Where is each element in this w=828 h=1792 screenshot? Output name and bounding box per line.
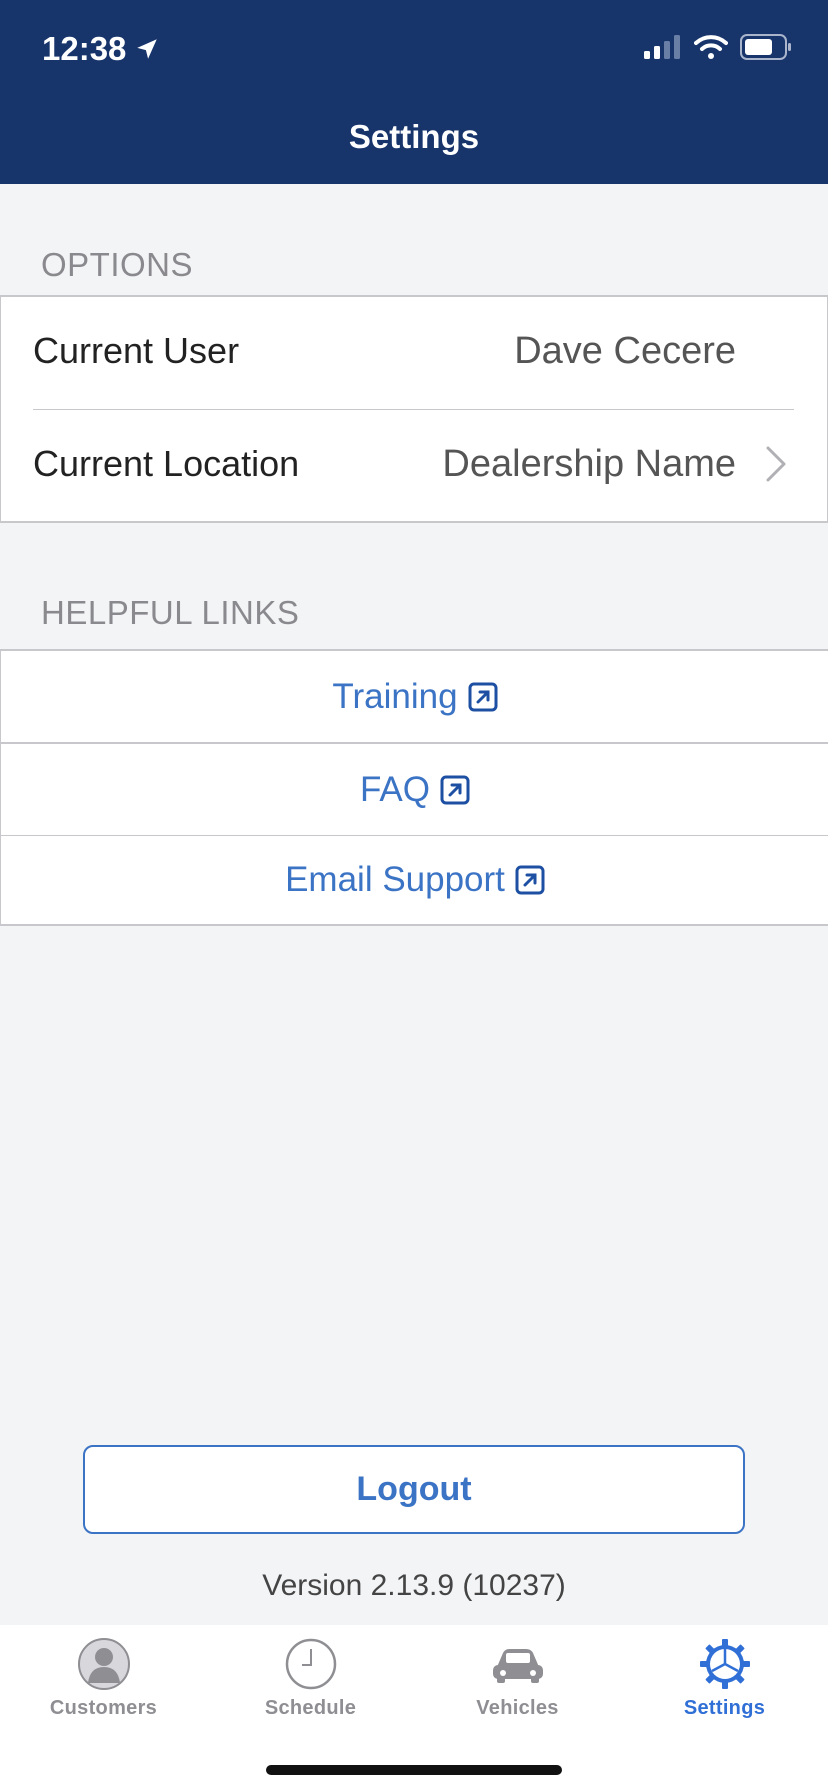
status-bar-time: 12:38 <box>42 30 160 68</box>
email-support-link[interactable]: Email Support <box>1 836 828 924</box>
wifi-icon <box>694 35 728 59</box>
tab-customers[interactable]: Customers <box>0 1637 207 1720</box>
status-icons <box>644 34 792 60</box>
tab-vehicles-label: Vehicles <box>476 1697 559 1719</box>
helpful-links-section-header: HELPFUL LINKS <box>41 594 300 631</box>
tab-settings-label: Settings <box>683 1697 766 1719</box>
current-location-label: Current Location <box>33 443 300 484</box>
time-label: 12:38 <box>42 30 127 67</box>
car-icon <box>492 1649 543 1683</box>
options-group: Current User Dave Cecere Current Locatio… <box>0 295 828 523</box>
clock-icon <box>285 1638 336 1690</box>
tab-settings[interactable]: Settings <box>621 1637 828 1720</box>
tab-customers-label: Customers <box>49 1697 158 1719</box>
logout-button[interactable]: Logout <box>83 1445 745 1534</box>
home-indicator[interactable] <box>266 1765 562 1775</box>
tab-schedule[interactable]: Schedule <box>207 1637 414 1720</box>
external-link-icon <box>440 775 470 805</box>
app-header: 12:38 Settings <box>0 0 828 184</box>
person-icon <box>77 1638 130 1690</box>
version-label: Version 2.13.9 (10237) <box>262 1569 566 1602</box>
faq-link[interactable]: FAQ <box>1 744 828 836</box>
training-link[interactable]: Training <box>1 651 828 743</box>
email-support-link-label: Email Support <box>285 860 505 899</box>
external-link-icon <box>468 682 498 712</box>
training-link-label: Training <box>332 677 458 716</box>
battery-icon <box>740 34 791 60</box>
current-user-value: Dave Cecere <box>514 329 736 372</box>
faq-link-label: FAQ <box>359 770 431 809</box>
external-link-icon <box>515 865 545 895</box>
page-title: Settings <box>348 118 480 155</box>
gear-icon <box>699 1639 750 1689</box>
tab-vehicles[interactable]: Vehicles <box>414 1637 621 1720</box>
options-section-header: OPTIONS <box>41 246 194 283</box>
helpful-links-group: Training FAQ Email Support <box>0 649 828 926</box>
current-user-label: Current User <box>33 330 240 371</box>
current-location-value: Dealership Name <box>442 442 736 485</box>
current-user-row: Current User Dave Cecere <box>1 297 828 405</box>
chevron-right-icon <box>766 446 786 482</box>
current-location-row[interactable]: Current Location Dealership Name <box>1 410 828 518</box>
tab-schedule-label: Schedule <box>264 1697 357 1719</box>
signal-icon <box>644 35 680 59</box>
location-arrow-icon <box>137 39 158 59</box>
